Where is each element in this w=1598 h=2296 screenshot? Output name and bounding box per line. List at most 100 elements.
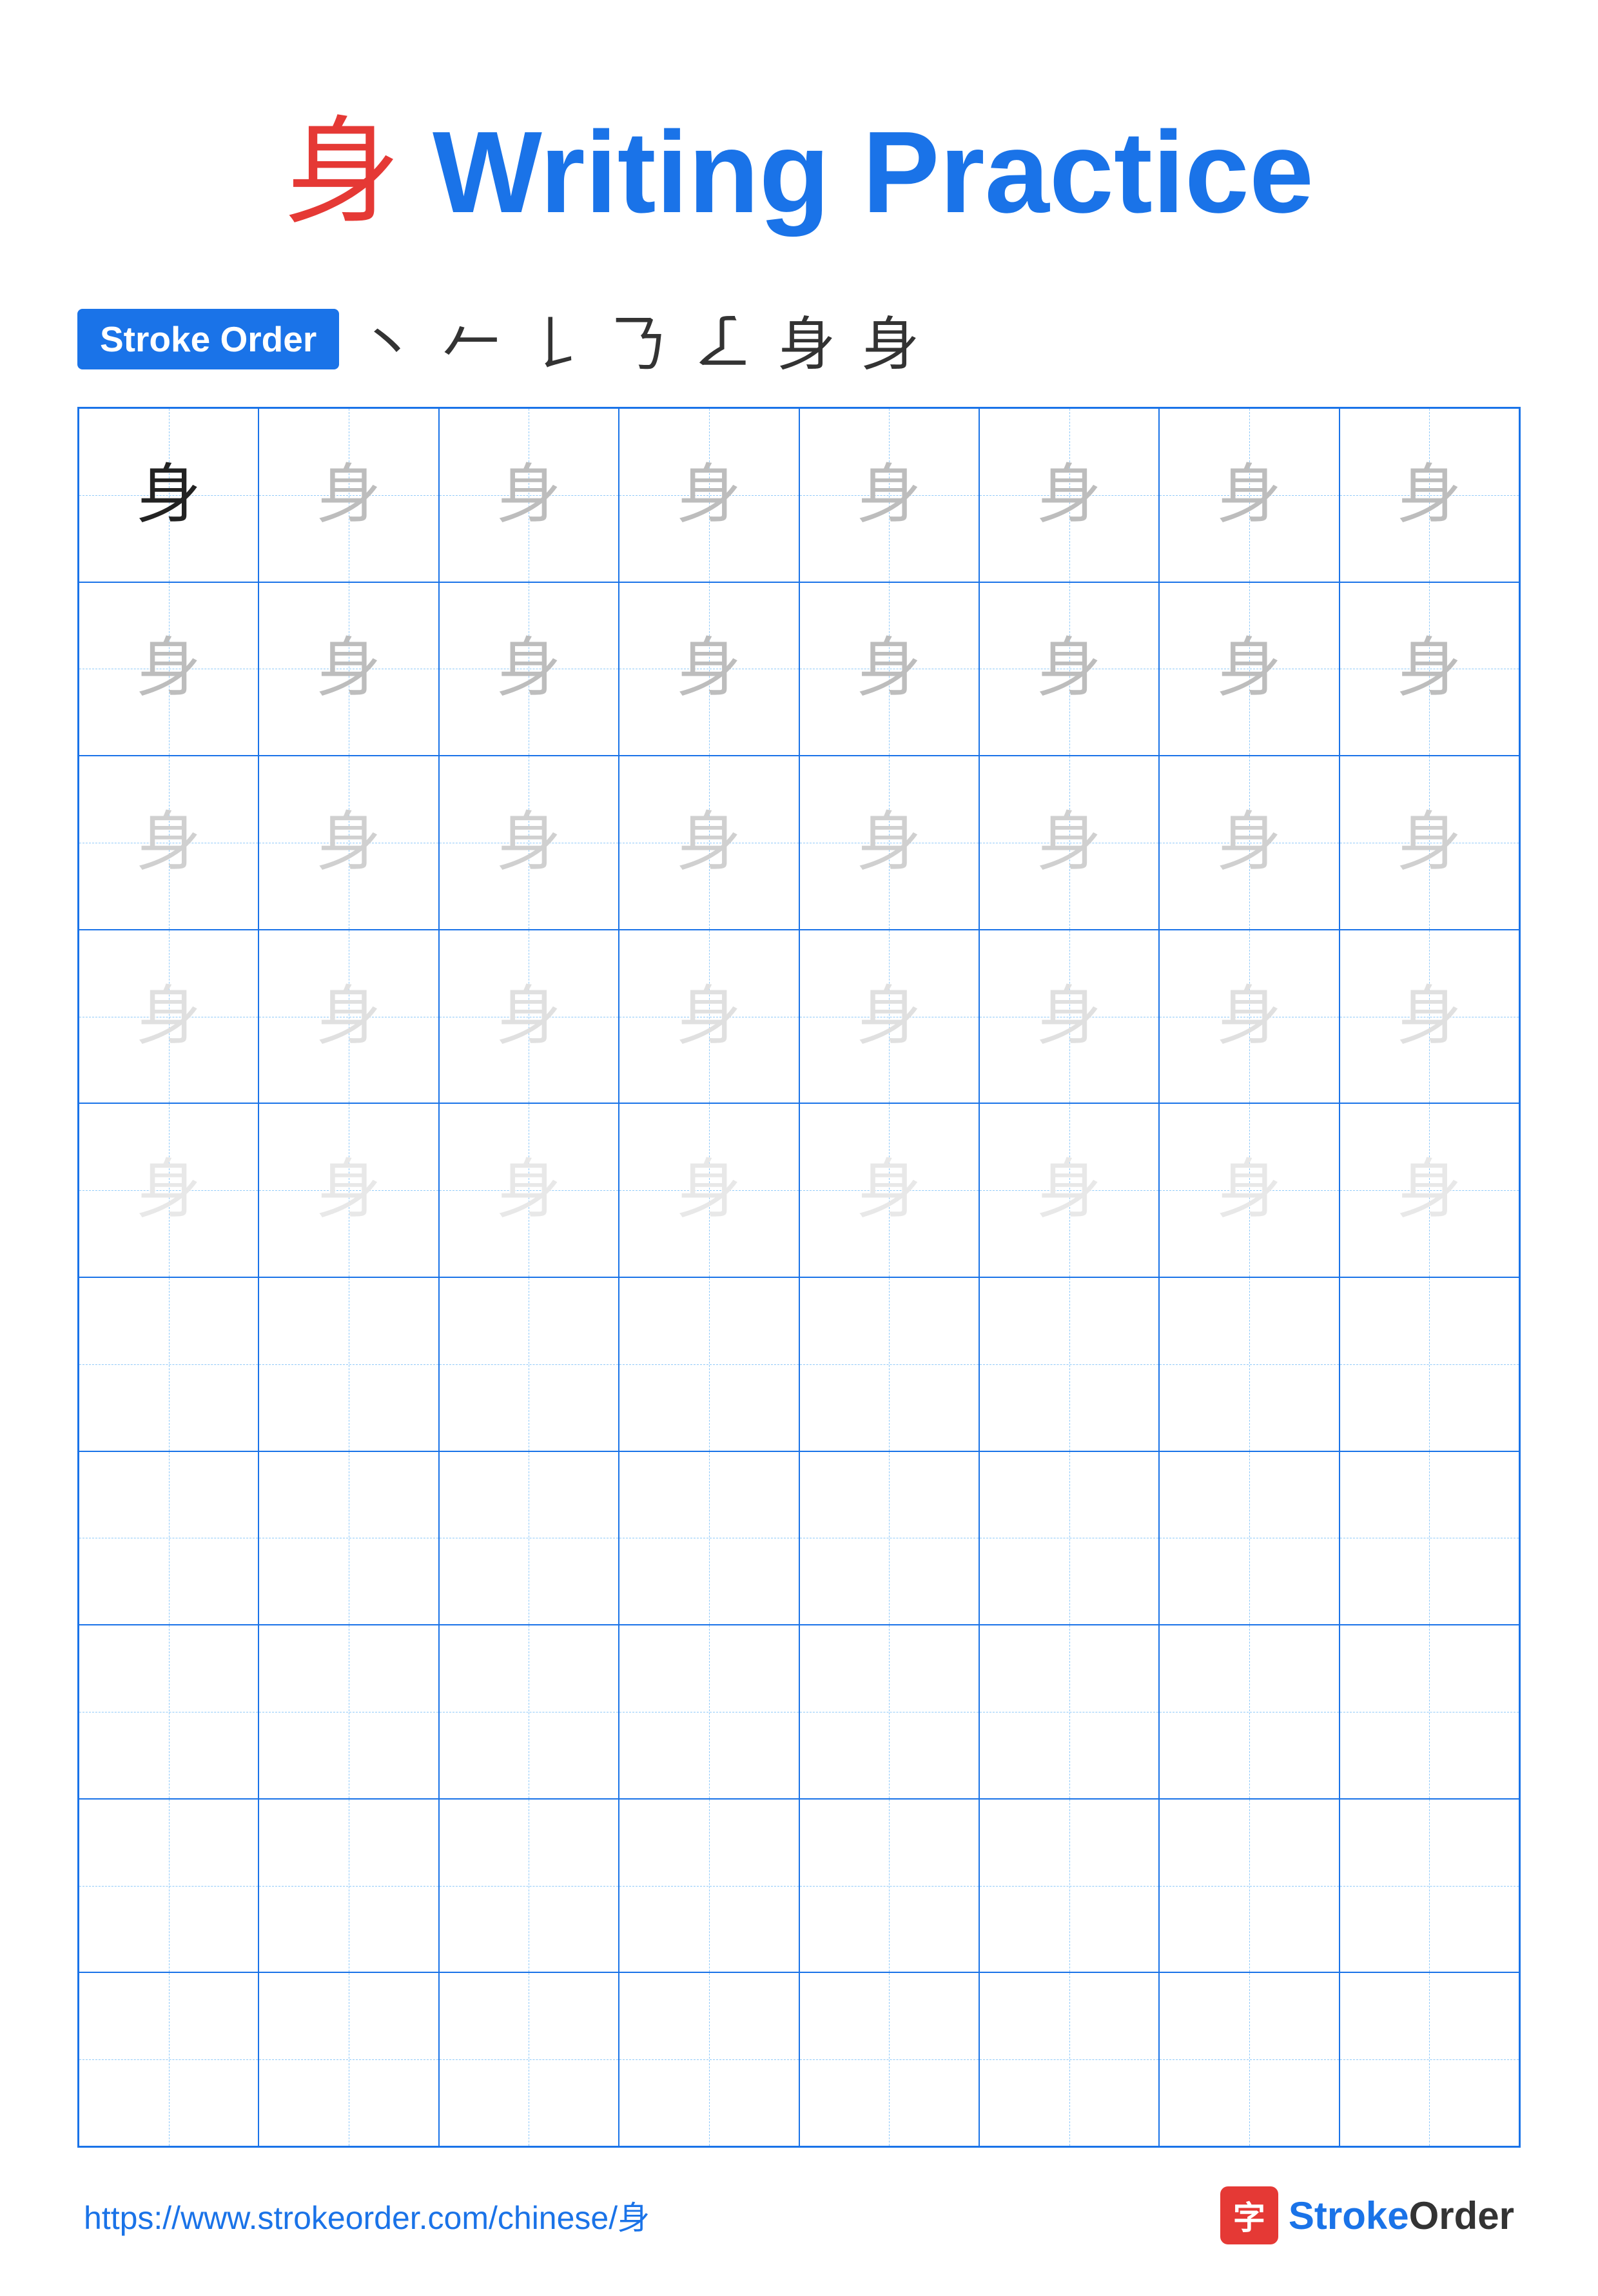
grid-cell[interactable] [258, 1972, 438, 2146]
grid-cell[interactable]: 身 [1340, 756, 1519, 930]
practice-char: 身 [1037, 810, 1102, 875]
grid-cell[interactable]: 身 [79, 1103, 258, 1277]
grid-cell[interactable] [619, 1277, 799, 1451]
practice-char: 身 [677, 810, 741, 875]
grid-cell[interactable] [439, 1451, 619, 1625]
grid-cell[interactable]: 身 [79, 582, 258, 756]
grid-cell[interactable]: 身 [79, 930, 258, 1104]
grid-cell[interactable] [1159, 1972, 1339, 2146]
grid-cell[interactable] [1340, 1451, 1519, 1625]
grid-cell[interactable] [979, 1625, 1159, 1799]
practice-char: 身 [137, 463, 201, 527]
grid-cell[interactable]: 身 [439, 930, 619, 1104]
grid-cell[interactable]: 身 [799, 582, 979, 756]
grid-cell[interactable] [1159, 1277, 1339, 1451]
grid-cell[interactable]: 身 [979, 408, 1159, 582]
practice-char: 身 [496, 463, 561, 527]
grid-cell[interactable] [1340, 1972, 1519, 2146]
grid-cell[interactable] [439, 1799, 619, 1973]
grid-cell[interactable]: 身 [1159, 408, 1339, 582]
practice-char: 身 [137, 985, 201, 1049]
grid-cell[interactable] [979, 1277, 1159, 1451]
grid-cell[interactable] [1340, 1625, 1519, 1799]
grid-cell[interactable]: 身 [979, 1103, 1159, 1277]
practice-char: 身 [857, 985, 921, 1049]
grid-cell[interactable]: 身 [1340, 1103, 1519, 1277]
footer-url[interactable]: https://www.strokeorder.com/chinese/身 [84, 2192, 650, 2239]
grid-cell[interactable] [79, 1972, 258, 2146]
grid-cell[interactable]: 身 [258, 930, 438, 1104]
title-area: 身 Writing Practice [77, 77, 1521, 246]
grid-cell[interactable]: 身 [439, 756, 619, 930]
grid-cell[interactable]: 身 [439, 408, 619, 582]
grid-cell[interactable]: 身 [258, 408, 438, 582]
practice-char: 身 [677, 463, 741, 527]
practice-char: 身 [317, 810, 381, 875]
grid-cell[interactable] [799, 1972, 979, 2146]
grid-cell[interactable] [1340, 1277, 1519, 1451]
grid-cell[interactable] [979, 1799, 1159, 1973]
grid-cell[interactable] [79, 1277, 258, 1451]
grid-cell[interactable]: 身 [258, 1103, 438, 1277]
grid-cell[interactable] [619, 1799, 799, 1973]
grid-cell[interactable] [799, 1799, 979, 1973]
grid-cell[interactable] [439, 1625, 619, 1799]
grid-cell[interactable]: 身 [1159, 930, 1339, 1104]
grid-cell[interactable]: 身 [979, 582, 1159, 756]
grid-cell[interactable]: 身 [799, 1103, 979, 1277]
stroke-2: 𠂉 [442, 297, 513, 381]
grid-cell[interactable] [79, 1625, 258, 1799]
grid-cell[interactable]: 身 [799, 756, 979, 930]
grid-cell[interactable]: 身 [979, 930, 1159, 1104]
grid-cell[interactable]: 身 [799, 930, 979, 1104]
grid-cell[interactable]: 身 [1340, 582, 1519, 756]
grid-cell[interactable]: 身 [619, 756, 799, 930]
grid-cell[interactable]: 身 [1340, 408, 1519, 582]
practice-char: 身 [317, 463, 381, 527]
grid-cell[interactable]: 身 [1340, 930, 1519, 1104]
practice-char: 身 [857, 463, 921, 527]
grid-cell[interactable] [619, 1451, 799, 1625]
practice-char: 身 [1217, 985, 1281, 1049]
grid-cell[interactable] [619, 1625, 799, 1799]
grid-cell[interactable] [1340, 1799, 1519, 1973]
grid-cell[interactable]: 身 [799, 408, 979, 582]
grid-cell[interactable] [799, 1451, 979, 1625]
grid-cell[interactable]: 身 [979, 756, 1159, 930]
footer-logo-text: StrokeOrder [1289, 2193, 1514, 2238]
grid-cell[interactable]: 身 [619, 582, 799, 756]
grid-cell[interactable] [258, 1625, 438, 1799]
grid-cell[interactable]: 身 [619, 1103, 799, 1277]
grid-cell[interactable]: 身 [619, 930, 799, 1104]
grid-cell[interactable]: 身 [439, 582, 619, 756]
grid-cell[interactable]: 身 [619, 408, 799, 582]
grid-cell[interactable] [439, 1972, 619, 2146]
stroke-6: 身 [777, 297, 848, 381]
grid-cell[interactable]: 身 [79, 408, 258, 582]
grid-cell[interactable] [979, 1972, 1159, 2146]
practice-char: 身 [1397, 810, 1461, 875]
grid-cell[interactable] [1159, 1625, 1339, 1799]
footer: https://www.strokeorder.com/chinese/身 字 … [77, 2186, 1521, 2244]
grid-cell[interactable]: 身 [1159, 1103, 1339, 1277]
grid-cell[interactable] [799, 1277, 979, 1451]
grid-cell[interactable] [258, 1277, 438, 1451]
grid-cell[interactable] [1159, 1451, 1339, 1625]
grid-cell[interactable]: 身 [1159, 756, 1339, 930]
grid-cell[interactable] [258, 1451, 438, 1625]
title-text: Writing Practice [400, 108, 1314, 237]
grid-cell[interactable] [258, 1799, 438, 1973]
grid-cell[interactable] [1159, 1799, 1339, 1973]
grid-cell[interactable]: 身 [439, 1103, 619, 1277]
grid-cell[interactable] [79, 1799, 258, 1973]
grid-cell[interactable]: 身 [79, 756, 258, 930]
grid-cell[interactable] [439, 1277, 619, 1451]
grid-cell[interactable] [619, 1972, 799, 2146]
grid-cell[interactable]: 身 [1159, 582, 1339, 756]
grid-cell[interactable] [979, 1451, 1159, 1625]
grid-cell[interactable]: 身 [258, 756, 438, 930]
practice-char: 身 [137, 636, 201, 701]
grid-cell[interactable] [79, 1451, 258, 1625]
grid-cell[interactable]: 身 [258, 582, 438, 756]
grid-cell[interactable] [799, 1625, 979, 1799]
